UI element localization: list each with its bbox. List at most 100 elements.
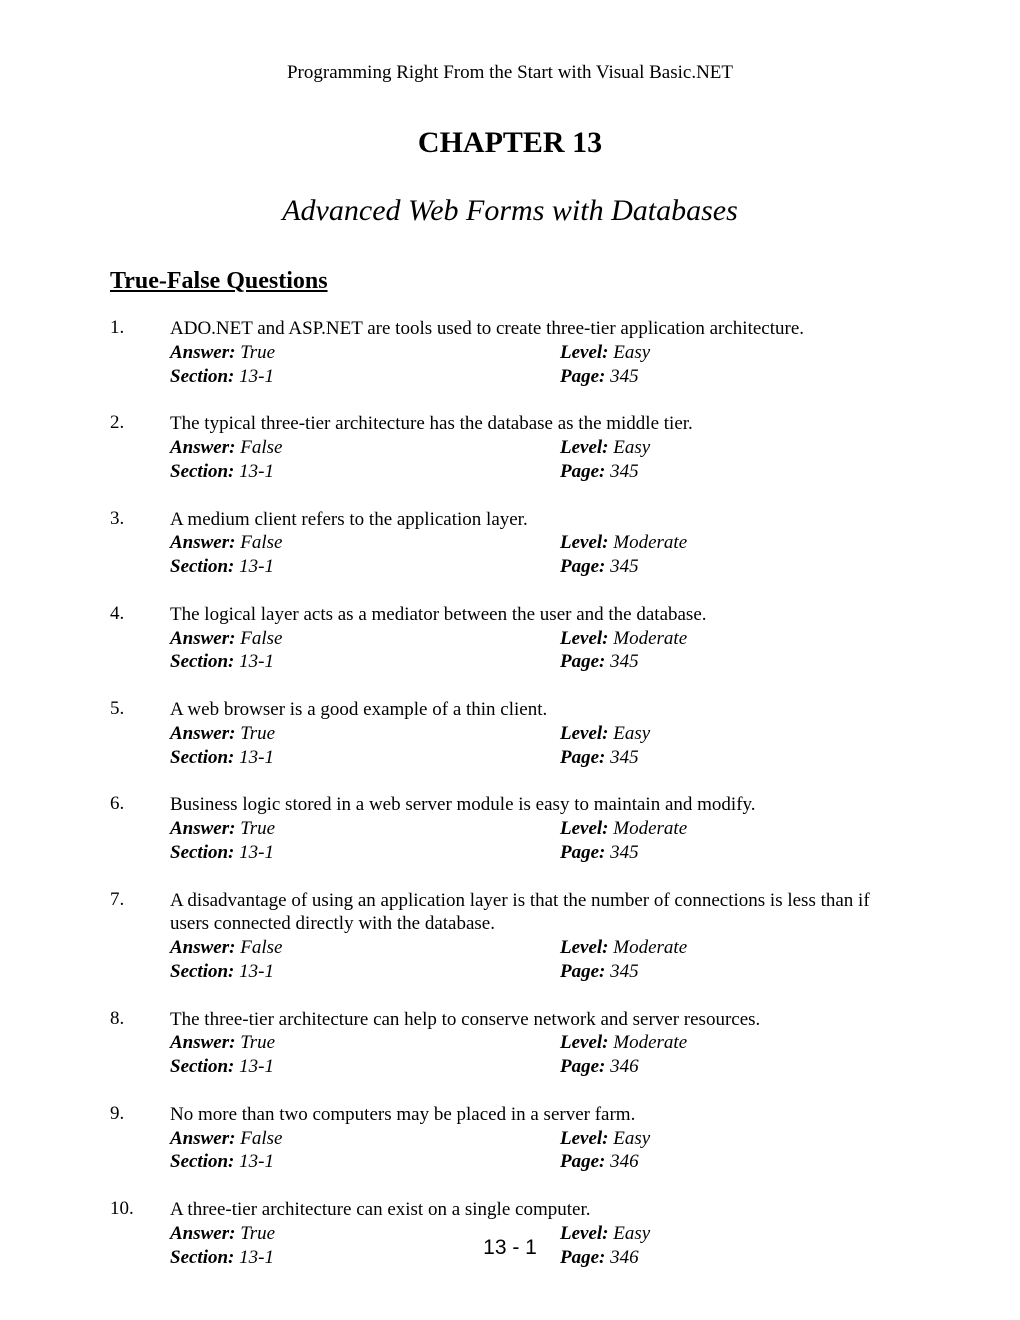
section-label: Section:	[170, 651, 234, 672]
question-item: 6.Business logic stored in a web server …	[110, 793, 910, 864]
question-item: 4.The logical layer acts as a mediator b…	[110, 603, 910, 674]
level-value: Easy	[613, 342, 650, 363]
question-meta-row: Answer: True Level: Moderate	[170, 1031, 910, 1055]
page-label: Page:	[560, 842, 605, 863]
question-meta-row: Answer: FalseLevel: Easy	[170, 1127, 910, 1151]
answer-value: False	[240, 1128, 282, 1149]
question-meta-row: Answer: TrueLevel: Moderate	[170, 817, 910, 841]
level-value: Moderate	[613, 818, 687, 839]
question-body: Business logic stored in a web server mo…	[170, 793, 910, 864]
question-text: No more than two computers may be placed…	[170, 1103, 910, 1127]
level-label: Level:	[560, 937, 609, 958]
question-meta-row: Section: 13-1Page: 345	[170, 460, 910, 484]
question-meta-row: Answer: FalseLevel: Moderate	[170, 627, 910, 651]
page-value: 345	[610, 366, 639, 387]
question-number: 6.	[110, 793, 170, 864]
level-value: Moderate	[613, 1032, 687, 1053]
chapter-title: Advanced Web Forms with Databases	[110, 194, 910, 228]
page-value: 346	[610, 1056, 639, 1077]
section-label: Section:	[170, 1056, 234, 1077]
page-label: Page:	[560, 366, 605, 387]
question-list: 1.ADO.NET and ASP.NET are tools used to …	[110, 317, 910, 1269]
question-number: 9.	[110, 1103, 170, 1174]
section-label: Section:	[170, 461, 234, 482]
level-label: Level:	[560, 628, 609, 649]
page-number: 13 - 1	[0, 1236, 1020, 1260]
level-value: Moderate	[613, 628, 687, 649]
section-value: 13-1	[239, 842, 274, 863]
page-label: Page:	[560, 961, 605, 982]
question-item: 7.A disadvantage of using an application…	[110, 889, 910, 984]
page-value: 345	[610, 747, 639, 768]
question-item: 9.No more than two computers may be plac…	[110, 1103, 910, 1174]
question-number: 4.	[110, 603, 170, 674]
section-value: 13-1	[239, 556, 274, 577]
answer-label: Answer:	[170, 818, 235, 839]
answer-label: Answer:	[170, 1032, 235, 1053]
question-meta-row: Answer: False Level: Moderate	[170, 936, 910, 960]
question-meta-row: Section: 13-1Page: 345	[170, 746, 910, 770]
level-label: Level:	[560, 437, 609, 458]
question-number: 3.	[110, 508, 170, 579]
answer-value: False	[240, 937, 282, 958]
section-value: 13-1	[239, 1151, 274, 1172]
page-label: Page:	[560, 1151, 605, 1172]
level-label: Level:	[560, 532, 609, 553]
question-body: The logical layer acts as a mediator bet…	[170, 603, 910, 674]
question-text: ADO.NET and ASP.NET are tools used to cr…	[170, 317, 910, 341]
page-label: Page:	[560, 1056, 605, 1077]
question-text: A three-tier architecture can exist on a…	[170, 1198, 910, 1222]
section-heading: True-False Questions	[110, 268, 910, 295]
question-number: 8.	[110, 1008, 170, 1079]
question-number: 2.	[110, 412, 170, 483]
running-header: Programming Right From the Start with Vi…	[110, 62, 910, 84]
question-item: 2.The typical three-tier architecture ha…	[110, 412, 910, 483]
page-label: Page:	[560, 651, 605, 672]
answer-value: False	[240, 437, 282, 458]
page-label: Page:	[560, 556, 605, 577]
question-meta-row: Answer: FalseLevel: Easy	[170, 436, 910, 460]
answer-value: True	[240, 723, 275, 744]
question-number: 5.	[110, 698, 170, 769]
question-meta-row: Section: 13-1Page: 346	[170, 1055, 910, 1079]
answer-label: Answer:	[170, 628, 235, 649]
question-item: 1.ADO.NET and ASP.NET are tools used to …	[110, 317, 910, 388]
question-item: 8.The three-tier architecture can help t…	[110, 1008, 910, 1079]
level-label: Level:	[560, 1032, 609, 1053]
page-value: 345	[610, 842, 639, 863]
question-number: 7.	[110, 889, 170, 984]
question-item: 3.A medium client refers to the applicat…	[110, 508, 910, 579]
section-label: Section:	[170, 1151, 234, 1172]
section-label: Section:	[170, 842, 234, 863]
page-label: Page:	[560, 747, 605, 768]
level-value: Moderate	[613, 532, 687, 553]
answer-value: True	[240, 1032, 275, 1053]
page-value: 345	[610, 556, 639, 577]
page-value: 345	[610, 651, 639, 672]
page-label: Page:	[560, 461, 605, 482]
question-text: A disadvantage of using an application l…	[170, 889, 910, 937]
section-value: 13-1	[239, 366, 274, 387]
page-value: 345	[610, 461, 639, 482]
question-meta-row: Section: 13-1 Page: 345	[170, 555, 910, 579]
answer-label: Answer:	[170, 723, 235, 744]
level-value: Easy	[613, 723, 650, 744]
level-label: Level:	[560, 723, 609, 744]
level-value: Moderate	[613, 937, 687, 958]
level-label: Level:	[560, 342, 609, 363]
answer-label: Answer:	[170, 937, 235, 958]
question-body: A medium client refers to the applicatio…	[170, 508, 910, 579]
section-label: Section:	[170, 556, 234, 577]
question-number: 1.	[110, 317, 170, 388]
answer-label: Answer:	[170, 1128, 235, 1149]
question-meta-row: Section: 13-1Page: 345	[170, 365, 910, 389]
question-text: The typical three-tier architecture has …	[170, 412, 910, 436]
answer-label: Answer:	[170, 437, 235, 458]
answer-label: Answer:	[170, 342, 235, 363]
question-body: ADO.NET and ASP.NET are tools used to cr…	[170, 317, 910, 388]
question-meta-row: Section: 13-1Page: 345	[170, 960, 910, 984]
chapter-label: CHAPTER 13	[110, 126, 910, 160]
answer-value: True	[240, 342, 275, 363]
question-meta-row: Section: 13-1Page: 345	[170, 650, 910, 674]
section-label: Section:	[170, 747, 234, 768]
